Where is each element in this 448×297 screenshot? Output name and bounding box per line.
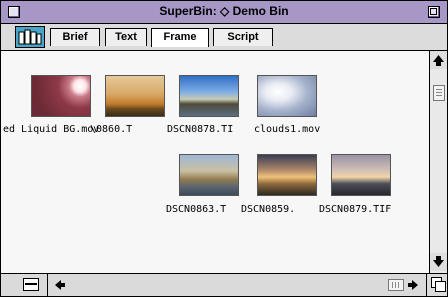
clip-label[interactable]: DSCN0863.T [166, 204, 226, 215]
horizontal-scroll-thumb[interactable] [388, 279, 404, 291]
clip-thumbnail-clouds[interactable] [257, 75, 317, 117]
vertical-scroll-thumb[interactable] [433, 85, 445, 101]
frame-view-area[interactable]: ed Liquid BG.mov \0860.T DSCN0878.TI clo… [1, 51, 429, 273]
tab-frame[interactable]: Frame [151, 28, 209, 47]
clip-thumbnail-waterfront[interactable] [179, 75, 239, 117]
view-options-button[interactable] [23, 278, 39, 291]
zoom-box[interactable] [428, 6, 440, 18]
vertical-scrollbar[interactable] [429, 51, 447, 273]
tab-brief[interactable]: Brief [50, 28, 100, 46]
title-bar[interactable]: SuperBin: ◇ Demo Bin [1, 1, 447, 24]
up-arrow-icon [433, 55, 444, 66]
down-arrow-icon [433, 256, 444, 267]
scroll-down-button[interactable] [430, 253, 447, 271]
clip-label[interactable]: ed Liquid BG.mov [3, 124, 99, 135]
scroll-right-icon[interactable] [406, 278, 420, 292]
bin-window: SuperBin: ◇ Demo Bin Brief Text Frame Sc… [0, 0, 448, 297]
bottom-bar [1, 273, 447, 296]
resize-grow-box[interactable] [431, 277, 446, 292]
tab-script[interactable]: Script [213, 28, 273, 46]
clip-label[interactable]: DSCN0859. [241, 204, 295, 215]
clip-label[interactable]: \0860.T [90, 124, 132, 135]
clip-label[interactable]: DSCN0878.TI [167, 124, 233, 135]
view-tab-bar: Brief Text Frame Script [1, 24, 447, 51]
clip-label[interactable]: clouds1.mov [254, 124, 320, 135]
clip-thumbnail-red-liquid[interactable] [31, 75, 91, 117]
clip-thumbnail-skyline-dusk[interactable] [331, 154, 391, 196]
clip-thumbnail-city-skyline[interactable] [179, 154, 239, 196]
window-title: SuperBin: ◇ Demo Bin [159, 4, 289, 18]
clip-label[interactable]: DSCN0879.TIF [319, 204, 391, 215]
clip-thumbnail-sunset-water[interactable] [257, 154, 317, 196]
tab-text[interactable]: Text [105, 28, 147, 46]
bin-view-icon[interactable] [15, 26, 45, 48]
scroll-up-button[interactable] [430, 51, 447, 69]
scroll-left-icon[interactable] [53, 278, 67, 292]
clip-thumbnail-sunset-harbor[interactable] [105, 75, 165, 117]
